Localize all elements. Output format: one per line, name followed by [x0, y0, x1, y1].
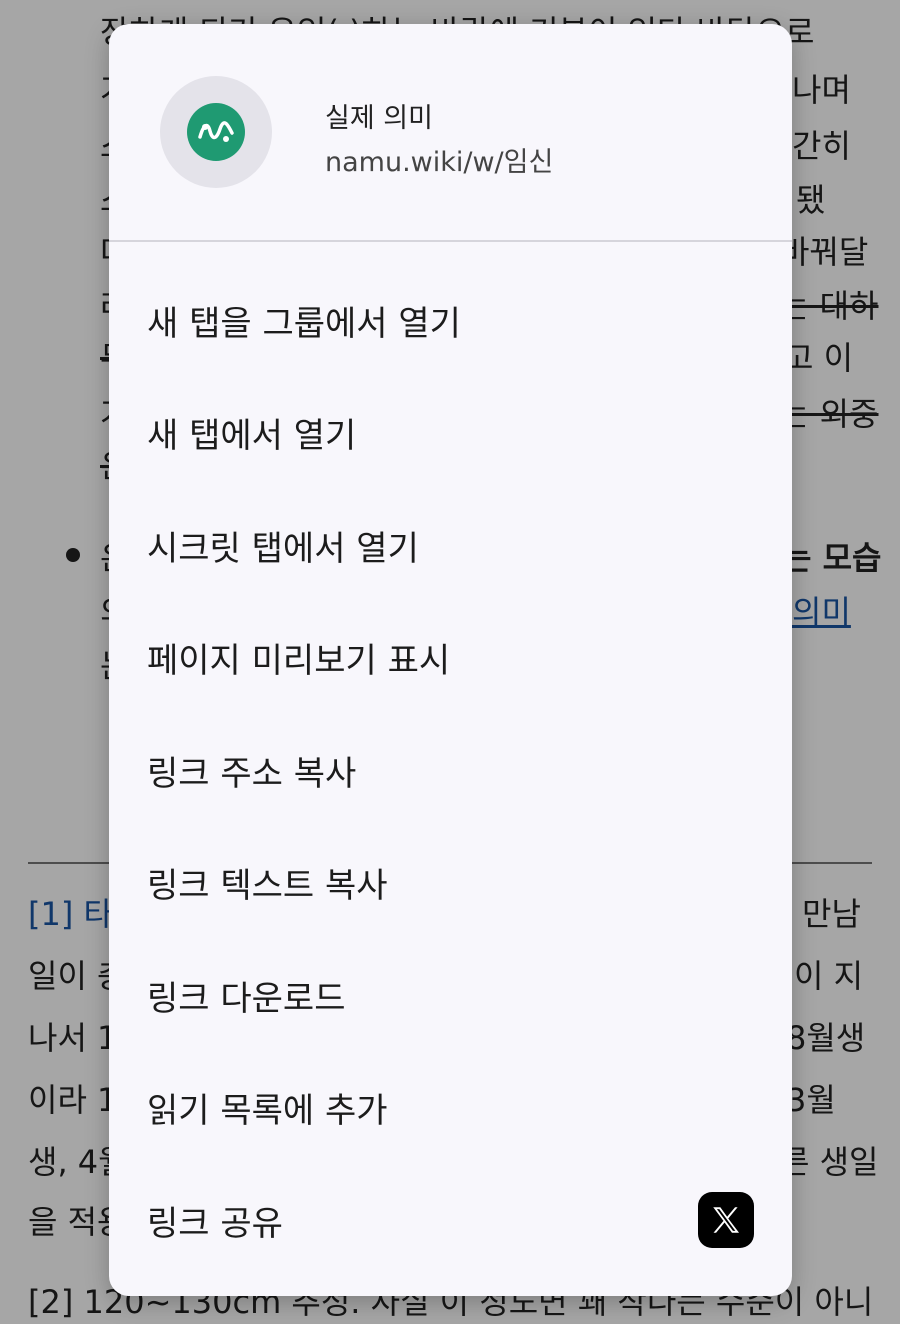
- menu-item-copy-link-text[interactable]: 링크 텍스트 복사: [109, 827, 792, 939]
- favicon-container: [160, 76, 272, 188]
- menu-item-label: 페이지 미리보기 표시: [147, 641, 451, 681]
- menu-item-open-in-new-tab[interactable]: 새 탭에서 열기: [109, 377, 792, 489]
- namuwiki-icon: [187, 103, 245, 161]
- menu-item-copy-link-address[interactable]: 링크 주소 복사: [109, 714, 792, 826]
- menu-item-label: 읽기 목록에 추가: [147, 1091, 388, 1131]
- menu-item-label: 시크릿 탭에서 열기: [147, 528, 419, 569]
- menu-item-show-page-preview[interactable]: 페이지 미리보기 표시: [109, 602, 792, 714]
- menu-item-label: 링크 다운로드: [147, 978, 346, 1019]
- link-title: 실제 의미: [325, 103, 433, 134]
- menu-divider: [109, 240, 792, 242]
- menu-item-download-link[interactable]: 링크 다운로드: [109, 939, 792, 1051]
- menu-header: 실제 의미 namu.wiki/w/임신: [109, 24, 792, 242]
- menu-item-label: 링크 공유: [147, 1203, 283, 1244]
- menu-item-label: 새 탭을 그룹에서 열기: [147, 303, 461, 344]
- link-context-menu: 실제 의미 namu.wiki/w/임신 새 탭을 그룹에서 열기새 탭에서 열…: [109, 24, 792, 1296]
- menu-item-open-in-incognito-tab[interactable]: 시크릿 탭에서 열기: [109, 489, 792, 601]
- link-url: namu.wiki/w/임신: [325, 147, 554, 178]
- menu-item-label: 링크 텍스트 복사: [147, 866, 388, 906]
- x-icon[interactable]: [698, 1192, 754, 1248]
- menu-item-add-to-reading-list[interactable]: 읽기 목록에 추가: [109, 1052, 792, 1164]
- menu-item-share-link[interactable]: 링크 공유: [109, 1164, 792, 1276]
- menu-item-open-in-new-tab-group[interactable]: 새 탭을 그룹에서 열기: [109, 264, 792, 376]
- menu-item-label: 링크 주소 복사: [147, 753, 357, 794]
- menu-item-label: 새 탭에서 열기: [147, 416, 357, 456]
